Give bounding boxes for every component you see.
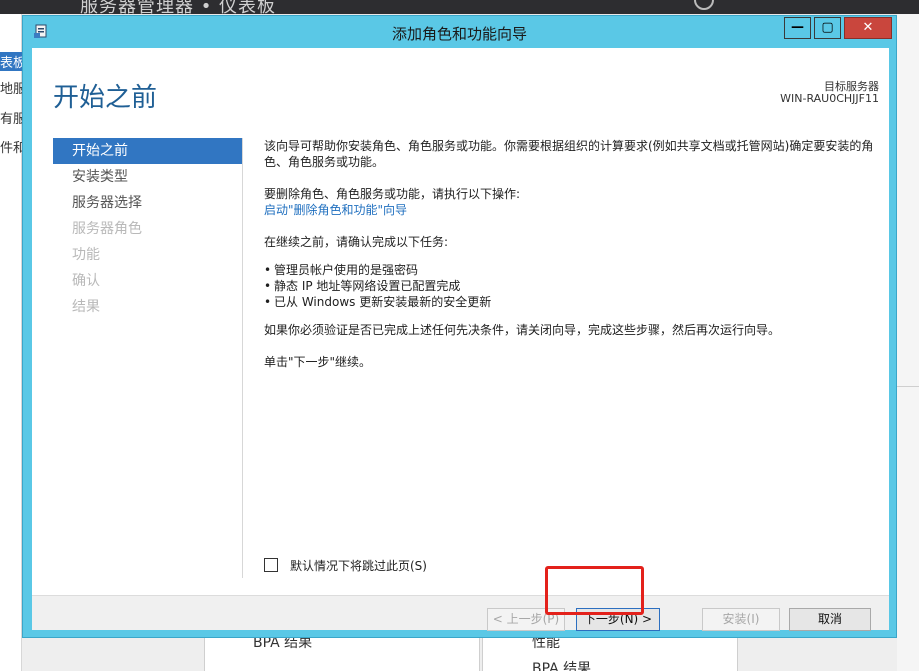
skip-page-label[interactable]: 默认情况下将跳过此页(S) [290,557,427,574]
wizard-client-area: 开始之前 目标服务器 WIN-RAU0CHJJF11 开始之前 安装类型 服务器… [32,48,889,631]
skip-page-checkbox[interactable] [264,558,278,572]
wizard-content: 该向导可帮助你安装角色、角色服务或功能。你需要根据组织的计算要求(例如共享文档或… [264,138,874,370]
step-installation-type[interactable]: 安装类型 [53,164,242,190]
background-sidebar-item[interactable]: 地服 [0,78,22,97]
background-titlebar: 服务器管理器 • 仪表板 [0,0,919,14]
background-circle-icon [694,0,714,10]
background-sidebar-item[interactable]: 件和 [0,137,22,156]
step-features: 功能 [72,247,100,263]
background-panel: 性能 BPA 结果 [482,635,738,671]
wizard-footer: < 上一步(P) 下一步(N) > 安装(I) 取消 [32,595,889,631]
confirm-heading: 在继续之前，请确认完成以下任务: [264,235,449,249]
background-sidebar-item[interactable]: 表板 [0,52,22,71]
step-before-you-begin[interactable]: 开始之前 [53,138,242,164]
task-item: 已从 Windows 更新安装最新的安全更新 [264,294,874,310]
window-titlebar[interactable]: 添加角色和功能向导 — ▢ ✕ [23,16,896,48]
background-sidebar-item[interactable]: 有服 [0,108,22,127]
intro-text: 该向导可帮助你安装角色、角色服务或功能。你需要根据组织的计算要求(例如共享文档或… [264,139,874,169]
previous-button[interactable]: < 上一步(P) [487,608,565,631]
cancel-button[interactable]: 取消 [789,608,871,631]
task-item: 静态 IP 地址等网络设置已配置完成 [264,278,874,294]
background-panel-text: BPA 结果 [532,661,592,671]
step-confirmation: 确认 [72,273,100,289]
background-right-edge [897,14,919,671]
step-results: 结果 [72,299,100,315]
note-text: 如果你必须验证是否已完成上述任何先决条件，请关闭向导，完成这些步骤，然后再次运行… [264,323,781,337]
step-server-selection[interactable]: 服务器选择 [53,190,242,216]
install-button[interactable]: 安装(I) [702,608,780,631]
background-panel: BPA 结果 [204,635,480,671]
destination-server-name: WIN-RAU0CHJJF11 [780,92,879,105]
close-button[interactable]: ✕ [844,17,892,39]
remove-roles-link[interactable]: 启动"删除角色和功能"向导 [264,202,874,218]
task-item: 管理员帐户使用的是强密码 [264,262,874,278]
page-title: 开始之前 [53,83,158,113]
nav-divider [242,138,243,578]
maximize-button[interactable]: ▢ [814,17,841,39]
wizard-steps-nav: 开始之前 安装类型 服务器选择 服务器角色 功能 确认 结果 [53,138,242,320]
continue-text: 单击"下一步"继续。 [264,355,372,369]
next-button[interactable]: 下一步(N) > [576,608,660,631]
background-title: 服务器管理器 • 仪表板 [80,0,277,14]
task-list: 管理员帐户使用的是强密码 静态 IP 地址等网络设置已配置完成 已从 Windo… [264,262,874,310]
background-sidebar: 表板 地服 有服 件和 [0,14,22,671]
add-roles-wizard-window: 添加角色和功能向导 — ▢ ✕ 开始之前 目标服务器 WIN-RAU0CHJJF… [22,15,897,638]
remove-heading: 要删除角色、角色服务或功能，请执行以下操作: [264,187,521,201]
minimize-button[interactable]: — [784,17,811,39]
window-title: 添加角色和功能向导 [391,25,527,43]
step-server-roles: 服务器角色 [72,221,142,237]
